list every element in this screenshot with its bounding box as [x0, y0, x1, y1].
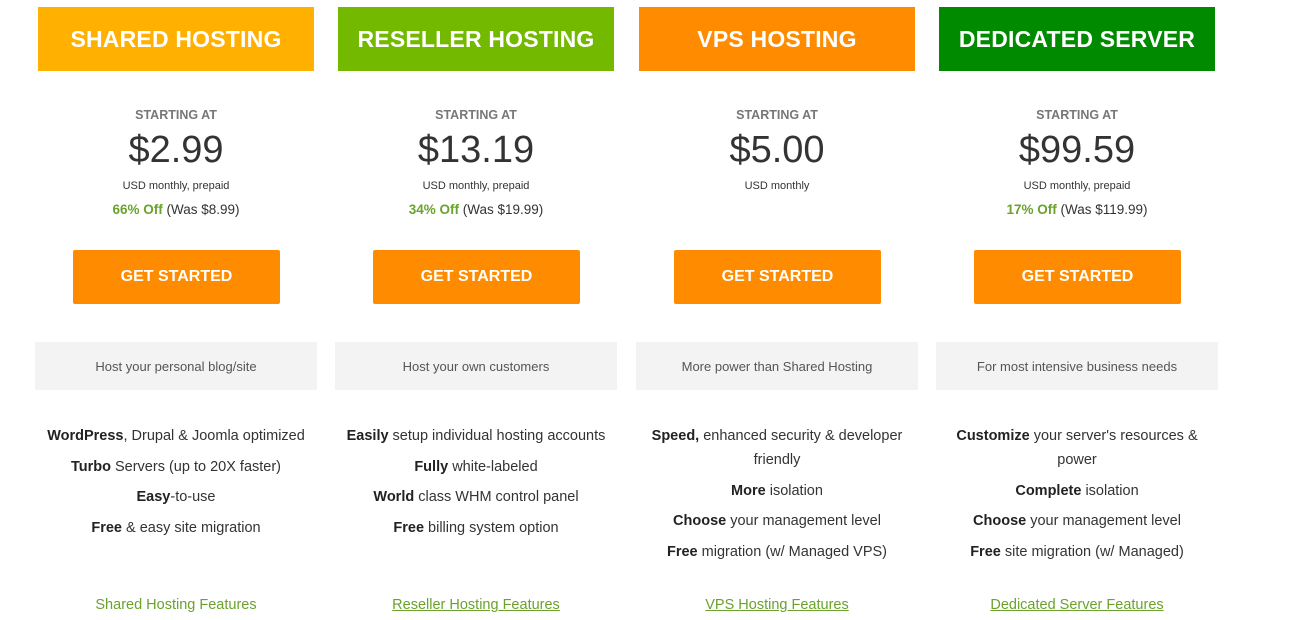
billing-note: USD monthly, prepaid [122, 180, 230, 192]
starting-at-label: STARTING AT [1036, 108, 1118, 122]
feature-text: migration (w/ Managed VPS) [697, 543, 888, 560]
feature-highlight: Free [393, 519, 425, 536]
plan-tagline: For most intensive business needs [936, 342, 1218, 390]
feature-highlight: Choose [673, 513, 727, 529]
feature-item: Free migration (w/ Managed VPS) [636, 540, 918, 564]
plan-title: VPS HOSTING [639, 7, 915, 71]
billing-note: USD monthly, prepaid [422, 180, 530, 192]
feature-highlight: Turbo [70, 458, 111, 475]
feature-text: class WHM control panel [414, 489, 579, 505]
reseller-hosting-features-link[interactable]: Reseller Hosting Features [335, 597, 617, 613]
feature-highlight: Free [91, 519, 122, 536]
discount-line: 34% Off (Was $19.99) [335, 202, 617, 217]
feature-item: More isolation [636, 479, 918, 503]
feature-item: Easy-to-use [35, 485, 317, 509]
feature-list: Easily setup individual hosting accounts… [335, 424, 617, 546]
feature-list: WordPress, Drupal & Joomla optimized Tur… [35, 424, 317, 546]
discount-percent: 66% Off [112, 202, 163, 217]
discount-line: 66% Off (Was $8.99) [35, 202, 317, 217]
feature-item: Fully white-labeled [335, 455, 617, 479]
feature-highlight: Fully [414, 458, 449, 475]
feature-item: Choose your management level [936, 509, 1218, 533]
feature-highlight: Speed, [651, 428, 700, 444]
plan-price: $13.19 [417, 129, 535, 171]
plan-card-reseller-hosting: RESELLER HOSTING STARTING AT $13.19 USD … [335, 0, 617, 620]
feature-item: Turbo Servers (up to 20X faster) [35, 455, 317, 479]
feature-highlight: Customize [956, 428, 1030, 444]
plan-price: $2.99 [128, 129, 224, 171]
plan-tagline: More power than Shared Hosting [636, 342, 918, 390]
feature-highlight: Free [970, 543, 1001, 560]
feature-item: Free site migration (w/ Managed) [936, 540, 1218, 564]
feature-text: your management level [726, 513, 881, 529]
plan-card-vps-hosting: VPS HOSTING STARTING AT $5.00 USD monthl… [636, 0, 918, 620]
feature-highlight: Easy [136, 489, 171, 505]
plan-card-shared-hosting: SHARED HOSTING STARTING AT $2.99 USD mon… [35, 0, 317, 620]
shared-hosting-features-link[interactable]: Shared Hosting Features [35, 597, 317, 613]
dedicated-server-features-link[interactable]: Dedicated Server Features [936, 597, 1218, 613]
feature-text: your management level [1026, 513, 1181, 529]
feature-list: Speed, enhanced security & developer fri… [636, 424, 918, 570]
feature-text: white-labeled [448, 458, 538, 475]
feature-highlight: More [731, 482, 766, 499]
plan-tagline: Host your personal blog/site [35, 342, 317, 390]
feature-text: enhanced security & developer friendly [699, 428, 903, 468]
starting-at-label: STARTING AT [736, 108, 818, 122]
feature-highlight: Complete [1015, 482, 1082, 499]
feature-text: your server's resources & power [1029, 428, 1198, 468]
feature-item: Customize your server's resources & powe… [936, 424, 1218, 472]
feature-list: Customize your server's resources & powe… [936, 424, 1218, 570]
feature-text: Servers (up to 20X faster) [110, 458, 282, 475]
feature-item: Speed, enhanced security & developer fri… [636, 424, 918, 472]
feature-text: billing system option [424, 519, 559, 536]
feature-text: isolation [765, 482, 823, 499]
discount-line: 17% Off (Was $119.99) [936, 202, 1218, 217]
get-started-button[interactable]: GET STARTED [373, 250, 580, 304]
plan-title: RESELLER HOSTING [338, 7, 614, 71]
plan-price: $5.00 [729, 129, 825, 171]
was-price: (Was $19.99) [462, 202, 544, 217]
feature-text: site migration (w/ Managed) [1000, 543, 1184, 560]
feature-text: -to-use [170, 489, 216, 505]
plan-price: $99.59 [1018, 129, 1136, 171]
plan-title: DEDICATED SERVER [939, 7, 1215, 71]
feature-highlight: Choose [973, 513, 1027, 529]
starting-at-label: STARTING AT [135, 108, 217, 122]
starting-at-label: STARTING AT [435, 108, 517, 122]
feature-item: Complete isolation [936, 479, 1218, 503]
was-price: (Was $8.99) [166, 202, 240, 217]
discount-percent: 17% Off [1006, 202, 1057, 217]
feature-text: setup individual hosting accounts [388, 428, 606, 444]
feature-item: Free & easy site migration [35, 516, 317, 540]
feature-item: WordPress, Drupal & Joomla optimized [35, 424, 317, 448]
feature-text: , Drupal & Joomla optimized [123, 428, 305, 444]
feature-highlight: Free [666, 543, 698, 560]
vps-hosting-features-link[interactable]: VPS Hosting Features [636, 597, 918, 613]
billing-note: USD monthly, prepaid [1023, 180, 1131, 192]
get-started-button[interactable]: GET STARTED [974, 250, 1181, 304]
plan-title: SHARED HOSTING [38, 7, 314, 71]
feature-item: Easily setup individual hosting accounts [335, 424, 617, 448]
plan-card-dedicated-server: DEDICATED SERVER STARTING AT $99.59 USD … [936, 0, 1218, 620]
feature-highlight: Easily [346, 428, 389, 444]
get-started-button[interactable]: GET STARTED [73, 250, 280, 304]
feature-text: & easy site migration [122, 519, 261, 536]
plan-tagline: Host your own customers [335, 342, 617, 390]
get-started-button[interactable]: GET STARTED [674, 250, 881, 304]
feature-highlight: World [373, 489, 415, 505]
feature-text: isolation [1081, 482, 1139, 499]
was-price: (Was $119.99) [1060, 202, 1148, 217]
billing-note: USD monthly [744, 180, 810, 192]
feature-item: Choose your management level [636, 509, 918, 533]
discount-percent: 34% Off [408, 202, 459, 217]
feature-item: World class WHM control panel [335, 485, 617, 509]
feature-item: Free billing system option [335, 516, 617, 540]
feature-highlight: WordPress [47, 428, 124, 444]
